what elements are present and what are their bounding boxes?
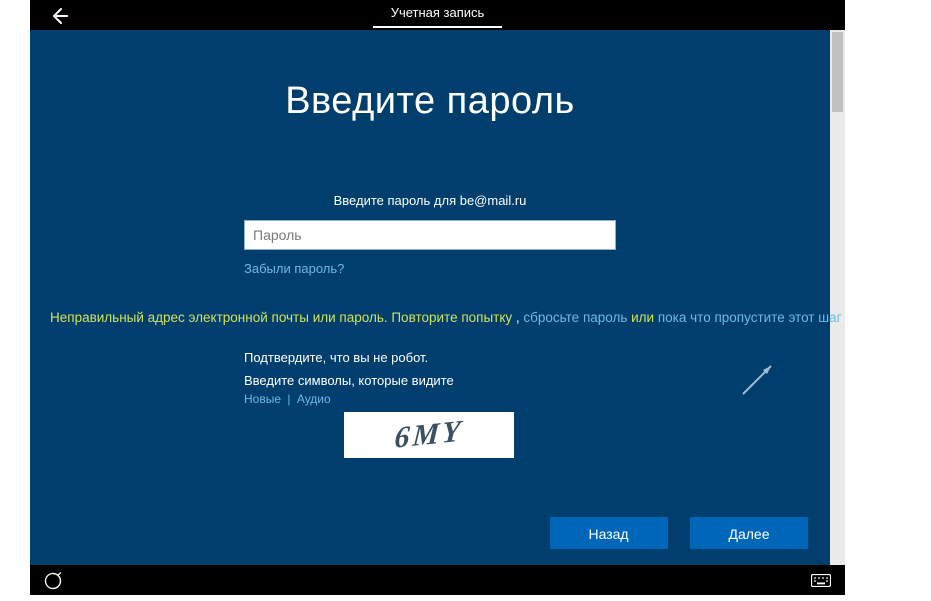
- captcha-section: Подтвердите, что вы не робот. Введите си…: [244, 350, 616, 458]
- tab-strip: Учетная запись: [30, 0, 845, 28]
- instruction-text: Введите пароль для be@mail.ru: [30, 193, 830, 208]
- captcha-separator: |: [287, 392, 290, 406]
- vertical-scrollbar[interactable]: [830, 30, 845, 565]
- error-or: или: [627, 310, 657, 325]
- captcha-image: 6MY: [344, 412, 514, 458]
- next-nav-button[interactable]: Далее: [690, 517, 808, 549]
- scroll-thumb[interactable]: [832, 32, 843, 112]
- skip-step-link[interactable]: пока что пропустите этот шаг: [658, 310, 840, 325]
- captcha-audio-link[interactable]: Аудио: [297, 392, 331, 406]
- back-nav-button[interactable]: Назад: [550, 517, 668, 549]
- error-text: Неправильный адрес электронной почты или…: [50, 310, 512, 325]
- accessibility-icon[interactable]: [44, 572, 62, 595]
- error-message: Неправильный адрес электронной почты или…: [30, 310, 830, 325]
- captcha-new-link[interactable]: Новые: [244, 392, 281, 406]
- page-title: Введите пароль: [30, 30, 830, 123]
- captcha-image-text: 6MY: [393, 414, 464, 456]
- password-input[interactable]: [244, 220, 616, 250]
- tab-account[interactable]: Учетная запись: [373, 0, 503, 28]
- error-period: .: [840, 310, 844, 325]
- captcha-enter-label: Введите символы, которые видите: [244, 373, 616, 388]
- pointer-arrow-icon: [733, 360, 777, 409]
- title-bar: Учетная запись: [30, 0, 845, 30]
- reset-password-link[interactable]: сбросьте пароль: [523, 310, 627, 325]
- bottom-bar: [30, 565, 845, 595]
- keyboard-icon[interactable]: [811, 574, 831, 592]
- captcha-confirm-label: Подтвердите, что вы не робот.: [244, 350, 616, 365]
- error-comma: ,: [512, 310, 523, 325]
- forgot-password-link[interactable]: Забыли пароль?: [244, 261, 344, 276]
- nav-button-row: Назад Далее: [532, 517, 808, 549]
- content-panel: Введите пароль Введите пароль для be@mai…: [30, 30, 830, 565]
